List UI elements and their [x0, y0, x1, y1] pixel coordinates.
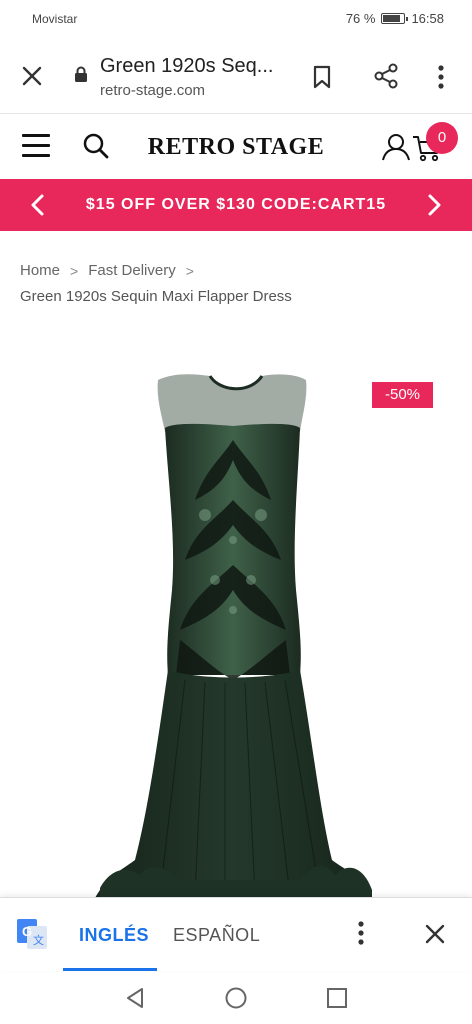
- chevron-right-icon[interactable]: [424, 193, 444, 217]
- battery-icon: [381, 13, 409, 24]
- chevron-right-icon: >: [185, 262, 194, 279]
- promo-text[interactable]: $15 OFF OVER $130 CODE:CART15: [0, 196, 472, 214]
- close-icon[interactable]: [20, 64, 44, 88]
- browser-toolbar: Green 1920s Seq... retro-stage.com: [0, 40, 472, 114]
- promo-banner: $15 OFF OVER $130 CODE:CART15: [0, 179, 472, 231]
- clock: 16:58: [411, 11, 444, 26]
- recent-apps-icon[interactable]: [326, 987, 348, 1009]
- status-right: 76 % 16:58: [346, 11, 444, 26]
- tab-lang-target[interactable]: ESPAÑOL: [173, 925, 260, 946]
- breadcrumb: Home > Fast Delivery >: [20, 262, 194, 279]
- more-vert-icon[interactable]: [356, 920, 366, 946]
- discount-badge: -50%: [372, 382, 433, 408]
- lock-icon: [75, 66, 87, 82]
- page-title[interactable]: Green 1920s Seq...: [100, 55, 273, 78]
- active-tab-indicator: [63, 968, 157, 971]
- user-icon[interactable]: [381, 132, 411, 162]
- breadcrumb-fast-delivery[interactable]: Fast Delivery: [88, 262, 176, 279]
- product-image[interactable]: [0, 340, 472, 898]
- page-url[interactable]: retro-stage.com: [100, 82, 205, 99]
- more-vert-icon[interactable]: [436, 64, 446, 90]
- site-header: RETRO STAGE 0: [0, 114, 472, 178]
- back-icon[interactable]: [124, 986, 146, 1010]
- bookmark-icon[interactable]: [310, 64, 334, 90]
- chevron-right-icon: >: [70, 262, 79, 279]
- translate-bar: G 文 INGLÉS ESPAÑOL: [0, 897, 472, 971]
- cart-count-badge[interactable]: 0: [426, 122, 458, 154]
- svg-text:G: G: [22, 924, 32, 939]
- breadcrumb-home[interactable]: Home: [20, 262, 60, 279]
- share-icon[interactable]: [372, 62, 400, 90]
- dress-illustration: [95, 374, 372, 898]
- close-icon[interactable]: [424, 923, 446, 945]
- home-icon[interactable]: [224, 986, 248, 1010]
- svg-text:文: 文: [33, 933, 44, 947]
- product-title: Green 1920s Sequin Maxi Flapper Dress: [20, 288, 292, 305]
- carrier-label: Movistar: [32, 12, 78, 26]
- system-nav-bar: [0, 972, 472, 1024]
- status-bar: Movistar 76 % 16:58: [0, 0, 472, 40]
- battery-percent: 76 %: [345, 11, 376, 26]
- google-translate-icon[interactable]: G 文: [16, 918, 48, 950]
- tab-lang-source[interactable]: INGLÉS: [79, 925, 149, 946]
